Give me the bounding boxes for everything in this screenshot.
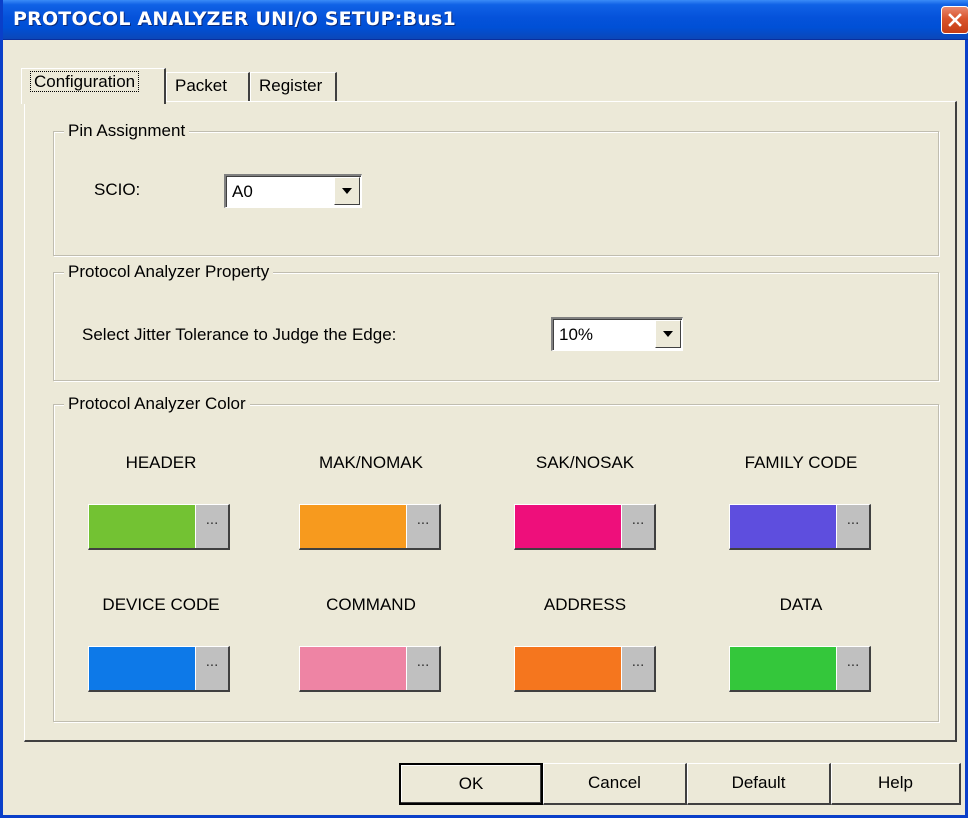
header-color-swatch [89, 505, 196, 548]
family-code-color-label: FAMILY CODE [744, 453, 858, 472]
pin-assignment-group: Pin Assignment SCIO: A0 [53, 121, 939, 256]
close-button[interactable] [941, 6, 968, 34]
property-group: Protocol Analyzer Property Select Jitter… [53, 262, 939, 381]
data-color-label: DATA [779, 595, 823, 614]
configuration-panel: Pin Assignment SCIO: A0 Protocol Analyze… [24, 101, 957, 742]
device-code-color-label: DEVICE CODE [102, 595, 220, 614]
data-color-browse-button[interactable]: ... [836, 647, 869, 690]
scio-label: SCIO: [94, 180, 141, 199]
header-color-label: HEADER [125, 453, 197, 472]
family-code-color-picker[interactable]: ... [729, 504, 871, 550]
address-color-swatch [515, 647, 622, 690]
header-color-browse-button[interactable]: ... [195, 505, 228, 548]
color-group: Protocol Analyzer Color HEADER ... MAK/N… [53, 394, 939, 722]
chevron-down-icon [663, 331, 673, 337]
device-code-color-swatch [89, 647, 196, 690]
mak-nomak-color-picker[interactable]: ... [299, 504, 441, 550]
close-icon [948, 13, 962, 27]
sak-nosak-color-browse-button[interactable]: ... [621, 505, 654, 548]
address-color-browse-button[interactable]: ... [621, 647, 654, 690]
setup-dialog: PROTOCOL ANALYZER UNI/O SETUP:Bus1 Confi… [0, 0, 968, 818]
header-color-picker[interactable]: ... [88, 504, 230, 550]
property-legend: Protocol Analyzer Property [64, 262, 274, 282]
jitter-value: 10% [559, 325, 594, 344]
command-color-browse-button[interactable]: ... [406, 647, 439, 690]
sak-nosak-color-picker[interactable]: ... [514, 504, 656, 550]
command-color-swatch [300, 647, 407, 690]
window-title: PROTOCOL ANALYZER UNI/O SETUP:Bus1 [13, 8, 456, 30]
scio-dropdown-button[interactable] [334, 177, 360, 205]
device-code-color-picker[interactable]: ... [88, 646, 230, 692]
mak-nomak-color-label: MAK/NOMAK [319, 453, 423, 472]
scio-value: A0 [232, 182, 253, 201]
cancel-button[interactable]: Cancel [543, 763, 687, 805]
command-color-label: COMMAND [326, 595, 416, 614]
address-color-label: ADDRESS [543, 595, 627, 614]
data-color-picker[interactable]: ... [729, 646, 871, 692]
tab-register-label: Register [259, 76, 323, 95]
color-legend: Protocol Analyzer Color [64, 394, 250, 414]
jitter-label: Select Jitter Tolerance to Judge the Edg… [82, 325, 397, 344]
title-bar[interactable]: PROTOCOL ANALYZER UNI/O SETUP:Bus1 [3, 0, 968, 40]
data-color-swatch [730, 647, 837, 690]
tab-configuration-label: Configuration [30, 71, 140, 92]
command-color-picker[interactable]: ... [299, 646, 441, 692]
device-code-color-browse-button[interactable]: ... [195, 647, 228, 690]
chevron-down-icon [342, 188, 352, 194]
family-code-color-browse-button[interactable]: ... [836, 505, 869, 548]
jitter-select[interactable]: 10% [551, 317, 683, 351]
scio-select[interactable]: A0 [224, 174, 362, 208]
tab-configuration[interactable]: Configuration [21, 68, 166, 104]
help-button[interactable]: Help [831, 763, 961, 805]
family-code-color-swatch [730, 505, 837, 548]
tab-packet[interactable]: Packet [166, 72, 250, 102]
mak-nomak-color-browse-button[interactable]: ... [406, 505, 439, 548]
tab-register[interactable]: Register [250, 72, 337, 102]
pin-assignment-legend: Pin Assignment [64, 121, 190, 141]
sak-nosak-color-swatch [515, 505, 622, 548]
mak-nomak-color-swatch [300, 505, 407, 548]
tab-packet-label: Packet [175, 76, 227, 95]
ok-button[interactable]: OK [399, 763, 543, 805]
address-color-picker[interactable]: ... [514, 646, 656, 692]
sak-nosak-color-label: SAK/NOSAK [535, 453, 635, 472]
jitter-dropdown-button[interactable] [655, 320, 681, 348]
default-button[interactable]: Default [687, 763, 831, 805]
